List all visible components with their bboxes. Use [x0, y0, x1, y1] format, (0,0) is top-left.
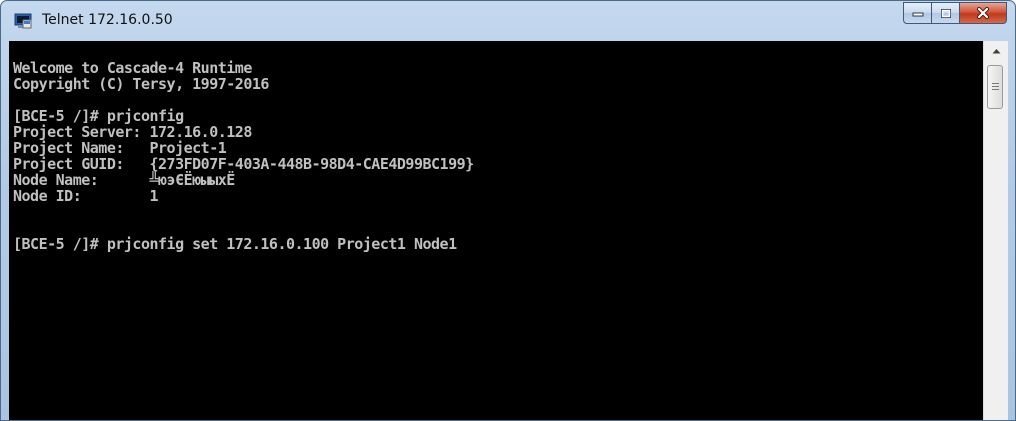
minimize-icon — [912, 12, 923, 17]
console-line: Project Server: 172.16.0.128 — [13, 123, 252, 141]
console-line: Welcome to Cascade-4 Runtime — [13, 59, 252, 77]
grip-icon — [991, 82, 999, 92]
console-line: Project GUID: {273FD07F-403A-448B-98D4-C… — [13, 155, 474, 173]
console-line: Node ID: 1 — [13, 187, 159, 205]
caption-buttons — [903, 2, 1007, 24]
window-title: Telnet 172.16.0.50 — [42, 12, 173, 28]
console-line: Node Name: ╩юэЄЁюыыхЁ — [13, 171, 235, 189]
telnet-terminal-icon[interactable] — [14, 13, 32, 29]
vertical-scrollbar[interactable] — [983, 41, 1008, 420]
close-icon — [977, 7, 989, 19]
scroll-up-arrow-icon — [992, 49, 1000, 54]
console-line: Copyright (C) Tersy, 1997-2016 — [13, 75, 269, 93]
close-button[interactable] — [959, 2, 1007, 24]
minimize-button[interactable] — [903, 2, 931, 24]
telnet-window: Telnet 172.16.0.50 Welcome to Cascade-4 … — [0, 0, 1016, 421]
title-bar[interactable]: Telnet 172.16.0.50 — [1, 1, 1015, 41]
console-line: [BCE-5 /]# prjconfig set 172.16.0.100 Pr… — [13, 235, 457, 253]
console-line: Project Name: Project-1 — [13, 139, 227, 157]
console-output[interactable]: Welcome to Cascade-4 Runtime Copyright (… — [9, 41, 984, 420]
maximize-icon — [940, 8, 951, 18]
console-line: [BCE-5 /]# prjconfig — [13, 107, 184, 125]
console-client-area: Welcome to Cascade-4 Runtime Copyright (… — [9, 41, 1008, 420]
maximize-button[interactable] — [931, 2, 959, 24]
scrollbar-thumb[interactable] — [987, 65, 1003, 109]
scroll-up-button[interactable] — [984, 41, 1008, 61]
